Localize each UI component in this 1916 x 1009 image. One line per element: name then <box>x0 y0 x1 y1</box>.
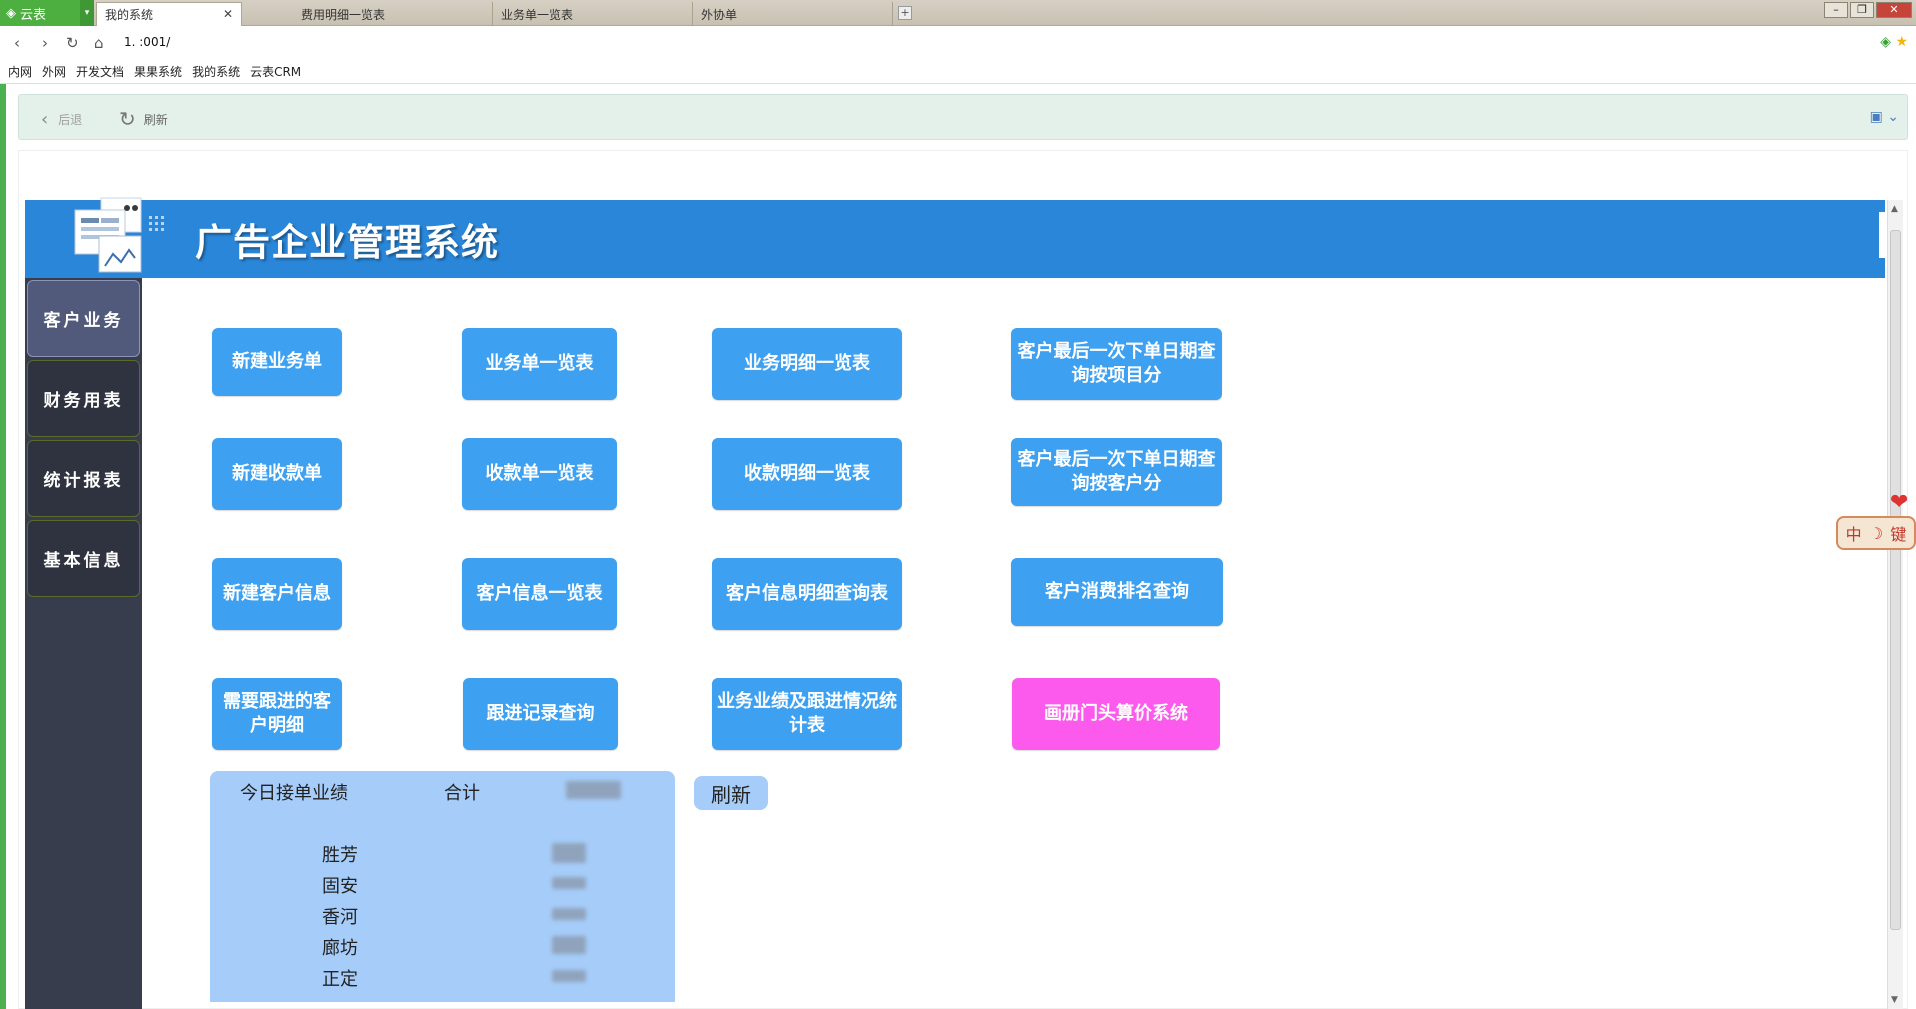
bookmark-item[interactable]: 我的系统 <box>192 63 240 80</box>
last-order-by-item-button[interactable]: 客户最后一次下单日期查询按项目分 <box>1011 328 1222 400</box>
home-icon[interactable]: ⌂ <box>94 34 104 52</box>
forward-arrow-icon[interactable]: › <box>42 34 48 52</box>
order-list-button[interactable]: 业务单一览表 <box>462 328 617 400</box>
app-header: 广告企业管理系统 <box>25 197 1885 278</box>
region-label: 固安 <box>322 876 358 897</box>
bookmarks-bar: 内网 外网 开发文档 果果系统 我的系统 云表CRM <box>0 60 1916 84</box>
tab-label: 业务单一览表 <box>501 7 574 22</box>
bookmark-item[interactable]: 果果系统 <box>134 63 182 80</box>
bookmark-item[interactable]: 内网 <box>8 63 32 80</box>
region-value-redacted <box>552 908 586 920</box>
tab-outsourcing[interactable]: 外协单 <box>693 2 893 26</box>
tab-my-system[interactable]: 我的系统 ✕ <box>96 2 242 26</box>
ime-toolbar[interactable]: 中 ☽ 键 <box>1836 516 1916 550</box>
extension-icon[interactable]: ◈ <box>1880 34 1891 50</box>
sidebar-item-finance[interactable]: 财务用表 <box>27 360 140 437</box>
vertical-scrollbar[interactable]: ▲ ▼ <box>1887 200 1903 1009</box>
receipt-detail-list-button[interactable]: 收款明细一览表 <box>712 438 902 510</box>
window-controls: – ❐ ✕ <box>1824 2 1912 18</box>
close-icon[interactable]: ✕ <box>223 7 233 21</box>
region-value-redacted <box>552 970 586 982</box>
sidebar: 客户业务 财务用表 统计报表 基本信息 <box>25 278 142 1009</box>
scroll-up-icon[interactable]: ▲ <box>1891 204 1898 214</box>
followup-customers-button[interactable]: 需要跟进的客户明细 <box>212 678 342 750</box>
browser-tab-bar: ◈ 云表 ▾ 我的系统 ✕ 费用明细一览表 业务单一览表 外协单 + – ❐ ✕ <box>0 0 1916 26</box>
stats-refresh-button[interactable]: 刷新 <box>694 776 768 810</box>
new-receipt-button[interactable]: 新建收款单 <box>212 438 342 510</box>
sidebar-item-basic-info[interactable]: 基本信息 <box>27 520 140 597</box>
heart-icon: ❤ <box>1890 490 1909 515</box>
app-logo-icon: ◈ <box>6 5 16 21</box>
tab-expense-detail[interactable]: 费用明细一览表 <box>293 2 493 26</box>
total-value-redacted <box>566 781 621 799</box>
sidebar-item-statistics[interactable]: 统计报表 <box>27 440 140 517</box>
minimize-button[interactable]: – <box>1824 2 1848 18</box>
region-label: 廊坊 <box>322 938 358 959</box>
region-value-redacted <box>552 843 586 863</box>
scroll-down-icon[interactable]: ▼ <box>1891 995 1898 1005</box>
url-field[interactable]: 1. :001/ <box>124 35 170 49</box>
region-label: 香河 <box>322 907 358 928</box>
chevron-left-icon: ‹ <box>41 109 49 130</box>
region-label: 正定 <box>322 969 358 990</box>
tab-label: 费用明细一览表 <box>301 7 386 22</box>
refresh-button[interactable]: ↻ 刷新 <box>119 107 168 131</box>
new-tab-button[interactable]: + <box>898 6 912 20</box>
refresh-label: 刷新 <box>143 112 168 127</box>
app-menu-button[interactable]: ◈ 云表 <box>0 0 80 26</box>
tab-order-list[interactable]: 业务单一览表 <box>493 2 693 26</box>
performance-stats-button[interactable]: 业务业绩及跟进情况统计表 <box>712 678 902 750</box>
tab-label: 外协单 <box>701 7 738 22</box>
bookmark-star-icon[interactable]: ★ <box>1895 34 1908 50</box>
scroll-thumb[interactable] <box>1890 230 1901 930</box>
ime-mode-label[interactable]: 中 <box>1846 521 1862 545</box>
tab-label: 我的系统 <box>105 8 154 22</box>
total-label: 合计 <box>444 783 480 804</box>
ime-key-label[interactable]: 键 <box>1890 521 1906 545</box>
frame-accent-bar <box>0 84 6 1009</box>
app-name: 云表 <box>20 7 47 23</box>
region-value-redacted <box>552 936 586 954</box>
region-value-redacted <box>552 877 586 889</box>
customer-detail-query-button[interactable]: 客户信息明细查询表 <box>712 558 902 630</box>
customer-list-button[interactable]: 客户信息一览表 <box>462 558 617 630</box>
bookmark-item[interactable]: 开发文档 <box>76 63 124 80</box>
order-detail-list-button[interactable]: 业务明细一览表 <box>712 328 902 400</box>
refresh-icon: ↻ <box>119 107 136 131</box>
followup-records-button[interactable]: 跟进记录查询 <box>463 678 618 750</box>
bookmark-item[interactable]: 外网 <box>42 63 66 80</box>
address-actions: ◈ ★ <box>1880 34 1908 50</box>
maximize-button[interactable]: ❐ <box>1850 2 1874 18</box>
back-label: 后退 <box>58 113 83 127</box>
sidebar-item-customer-business[interactable]: 客户业务 <box>27 280 140 357</box>
page-toolbar: ‹ 后退 ↻ 刷新 ▣ ⌄ <box>18 94 1908 140</box>
header-edge <box>1879 212 1885 258</box>
customer-ranking-button[interactable]: 客户消费排名查询 <box>1011 558 1223 626</box>
page-title: 广告企业管理系统 <box>195 221 499 264</box>
back-arrow-icon[interactable]: ‹ <box>14 34 20 52</box>
last-order-by-customer-button[interactable]: 客户最后一次下单日期查询按客户分 <box>1011 438 1222 506</box>
panel-title: 今日接单业绩 <box>240 783 348 804</box>
back-button[interactable]: ‹ 后退 <box>41 109 82 130</box>
today-performance-panel: 今日接单业绩 合计 胜芳 固安 香河 廊坊 正定 <box>210 771 675 1002</box>
app-menu-dropdown-icon[interactable]: ▾ <box>80 0 94 26</box>
address-bar: ‹ › ↻ ⌂ 1. :001/ ◈ ★ <box>0 26 1916 60</box>
bookmark-item[interactable]: 云表CRM <box>250 63 301 80</box>
album-pricing-button[interactable]: 画册门头算价系统 <box>1012 678 1220 750</box>
reload-icon[interactable]: ↻ <box>66 34 79 52</box>
new-customer-button[interactable]: 新建客户信息 <box>212 558 342 630</box>
window-close-button[interactable]: ✕ <box>1876 2 1912 18</box>
system-logo-icon <box>74 197 164 273</box>
region-label: 胜芳 <box>322 845 358 866</box>
new-order-button[interactable]: 新建业务单 <box>212 328 342 396</box>
moon-icon[interactable]: ☽ <box>1869 524 1883 543</box>
view-options-icon[interactable]: ▣ ⌄ <box>1870 109 1899 125</box>
receipt-list-button[interactable]: 收款单一览表 <box>462 438 617 510</box>
